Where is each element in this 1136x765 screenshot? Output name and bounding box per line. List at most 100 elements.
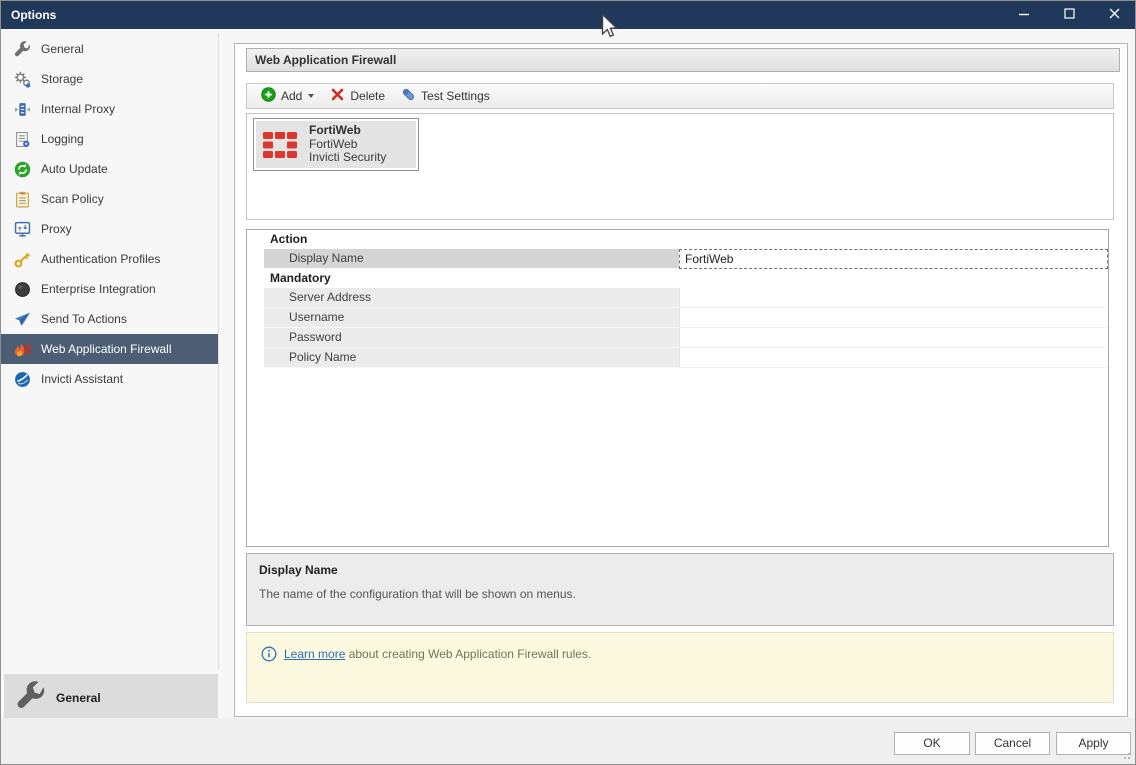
sidebar-item-label: Invicti Assistant (41, 372, 123, 386)
dark-sphere-icon (14, 281, 31, 298)
policy-name-value-field[interactable] (679, 348, 1108, 368)
fortinet-logo-icon (263, 132, 297, 158)
sidebar-footer-general[interactable]: General (4, 674, 218, 721)
sidebar-item-proxy[interactable]: Proxy (1, 214, 218, 244)
grid-row-policy-name[interactable]: Policy Name (247, 348, 1108, 368)
grid-row-label: Server Address (264, 288, 679, 308)
maximize-icon (1064, 8, 1075, 22)
window-title: Options (1, 8, 56, 22)
sidebar-item-auto-update[interactable]: Auto Update (1, 154, 218, 184)
proxy-server-icon (14, 101, 31, 118)
sidebar-item-label: Enterprise Integration (41, 282, 156, 296)
sidebar-item-label: Auto Update (41, 162, 108, 176)
property-grid: Action Display Name FortiWeb Mandatory S… (246, 229, 1109, 547)
sidebar-item-label: Logging (41, 132, 84, 146)
sidebar-item-web-application-firewall[interactable]: Web Application Firewall (1, 334, 218, 364)
sidebar-item-logging[interactable]: Logging (1, 124, 218, 154)
options-dialog: Options General Storage Internal Proxy (0, 0, 1136, 765)
username-value-field[interactable] (679, 308, 1108, 328)
sidebar-item-send-to-actions[interactable]: Send To Actions (1, 304, 218, 334)
grid-row-username[interactable]: Username (247, 308, 1108, 328)
maximize-button[interactable] (1047, 1, 1092, 29)
cancel-button[interactable]: Cancel (975, 732, 1050, 755)
description-text: The name of the configuration that will … (259, 587, 1101, 601)
sidebar-item-invicti-assistant[interactable]: Invicti Assistant (1, 364, 218, 394)
grid-row-server-address[interactable]: Server Address (247, 288, 1108, 308)
waf-item-title: FortiWeb (309, 124, 386, 138)
server-address-value-field[interactable] (679, 288, 1108, 308)
waf-item-vendor: Invicti Security (309, 151, 386, 165)
grid-row-display-name[interactable]: Display Name FortiWeb (247, 249, 1108, 269)
close-button[interactable] (1092, 1, 1136, 29)
add-plus-icon (261, 87, 276, 105)
sidebar-item-label: Scan Policy (41, 192, 104, 206)
assistant-swirl-icon (14, 371, 31, 388)
sidebar-item-label: Authentication Profiles (41, 252, 160, 266)
waf-item-subtitle: FortiWeb (309, 138, 386, 152)
delete-button-label: Delete (350, 89, 385, 103)
sidebar-separator (218, 33, 219, 669)
grid-row-password[interactable]: Password (247, 328, 1108, 348)
grid-gutter (247, 288, 264, 308)
sidebar-item-label: Internal Proxy (41, 102, 115, 116)
sidebar-item-scan-policy[interactable]: Scan Policy (1, 184, 218, 214)
sidebar-item-label: Proxy (41, 222, 72, 236)
waf-configuration-list[interactable]: FortiWeb FortiWeb Invicti Security (246, 113, 1114, 220)
info-bar: Learn more about creating Web Applicatio… (246, 632, 1114, 703)
waf-item-fortiweb[interactable]: FortiWeb FortiWeb Invicti Security (253, 118, 419, 171)
grid-gutter (247, 348, 264, 368)
grid-gutter (247, 328, 264, 348)
key-icon (14, 251, 31, 268)
refresh-icon (14, 161, 31, 178)
apply-button[interactable]: Apply (1056, 732, 1131, 755)
info-bar-text: Learn more about creating Web Applicatio… (284, 646, 591, 662)
wrench-icon (14, 41, 31, 58)
main-panel: Web Application Firewall Add Delete Test… (234, 43, 1128, 717)
chevron-down-icon (308, 94, 314, 98)
ok-button[interactable]: OK (894, 732, 970, 755)
sidebar-item-authentication-profiles[interactable]: Authentication Profiles (1, 244, 218, 274)
wrench-icon (16, 681, 46, 714)
grid-category-mandatory[interactable]: Mandatory (247, 269, 1108, 288)
display-name-value-field[interactable]: FortiWeb (679, 249, 1108, 269)
sidebar-item-label: Send To Actions (41, 312, 127, 326)
grid-gutter (247, 308, 264, 328)
add-button[interactable]: Add (253, 85, 322, 107)
page-title: Web Application Firewall (246, 48, 1120, 72)
grid-category-action[interactable]: Action (247, 230, 1108, 249)
minimize-button[interactable] (1002, 1, 1047, 29)
firewall-flame-icon (14, 341, 31, 358)
grid-row-label: Password (264, 328, 679, 348)
sidebar-item-general[interactable]: General (1, 34, 218, 64)
learn-more-link[interactable]: Learn more (284, 647, 345, 661)
resize-grip[interactable] (1123, 752, 1131, 760)
sidebar-item-label: General (41, 42, 84, 56)
test-settings-icon (401, 87, 416, 105)
sidebar-item-enterprise-integration[interactable]: Enterprise Integration (1, 274, 218, 304)
toolbar: Add Delete Test Settings (246, 83, 1114, 109)
delete-button[interactable]: Delete (322, 85, 393, 107)
sidebar-item-storage[interactable]: Storage (1, 64, 218, 94)
close-icon (1109, 8, 1120, 22)
title-bar: Options (1, 1, 1136, 29)
test-settings-button-label: Test Settings (421, 89, 490, 103)
waf-item-text: FortiWeb FortiWeb Invicti Security (309, 124, 386, 165)
add-button-label: Add (281, 89, 302, 103)
description-title: Display Name (259, 563, 1101, 577)
test-settings-button[interactable]: Test Settings (393, 85, 498, 107)
window-controls (1002, 1, 1136, 29)
sidebar: General Storage Internal Proxy Logging A… (1, 34, 218, 394)
gears-icon (14, 71, 31, 88)
clipboard-icon (14, 191, 31, 208)
grid-row-label: Username (264, 308, 679, 328)
monitor-arrows-icon (14, 221, 31, 238)
sidebar-item-internal-proxy[interactable]: Internal Proxy (1, 94, 218, 124)
password-value-field[interactable] (679, 328, 1108, 348)
property-description-panel: Display Name The name of the configurati… (246, 553, 1114, 626)
sidebar-item-label: Storage (41, 72, 83, 86)
log-document-icon (14, 131, 31, 148)
delete-x-icon (330, 87, 345, 105)
grid-row-label: Display Name (264, 249, 679, 269)
info-circle-icon (261, 646, 277, 665)
grid-gutter (247, 249, 264, 269)
